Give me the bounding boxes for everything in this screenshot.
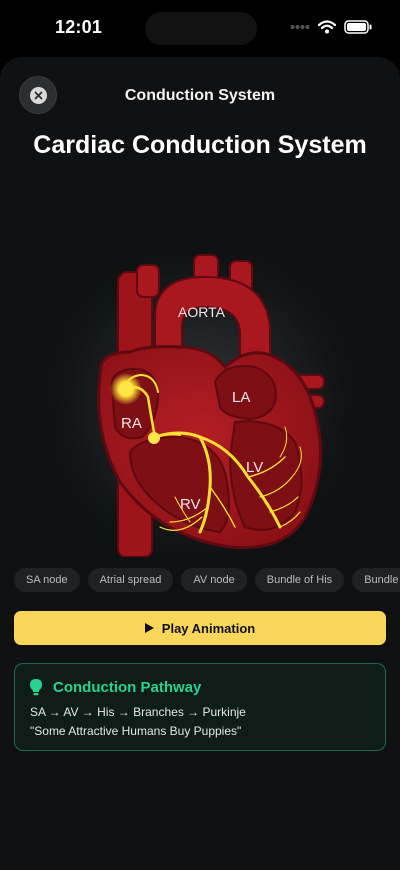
chip-bundle-of-his[interactable]: Bundle of His bbox=[254, 568, 345, 592]
card-title: Conduction Pathway bbox=[53, 678, 202, 696]
play-icon bbox=[144, 623, 154, 633]
modal-sheet: Conduction System Cardiac Conduction Sys… bbox=[0, 57, 400, 870]
conduction-pathway-card: Conduction Pathway SA → AV → His → Branc… bbox=[14, 663, 386, 751]
page-title: Cardiac Conduction System bbox=[33, 131, 367, 159]
dynamic-island bbox=[145, 12, 257, 45]
chip-sa-node[interactable]: SA node bbox=[14, 568, 80, 592]
pathway-sequence: SA → AV → His → Branches → Purkinje bbox=[30, 705, 246, 719]
chip-av-node[interactable]: AV node bbox=[181, 568, 247, 592]
av-node bbox=[148, 432, 160, 444]
lightbulb-icon bbox=[30, 679, 42, 696]
play-animation-label: Play Animation bbox=[161, 620, 256, 636]
status-icons bbox=[290, 20, 372, 34]
signal-icon bbox=[290, 25, 310, 29]
step-chips: SA node Atrial spread AV node Bundle of His… bbox=[14, 568, 400, 594]
wifi-icon bbox=[318, 20, 336, 34]
nav-title: Conduction System bbox=[124, 87, 276, 104]
left-ventricle bbox=[228, 420, 303, 531]
chip-bundle-branches[interactable]: Bundle Branches bbox=[352, 568, 400, 592]
heart-diagram: AORTA RA LA LV RV bbox=[30, 197, 370, 558]
chip-atrial-spread[interactable]: Atrial spread bbox=[87, 568, 174, 592]
ra-label: RA bbox=[121, 415, 142, 432]
play-animation-button[interactable]: Play Animation bbox=[14, 611, 386, 645]
la-label: LA bbox=[232, 389, 250, 406]
aorta-label: AORTA bbox=[178, 304, 226, 320]
status-time: 12:01 bbox=[55, 17, 103, 37]
pathway-mnemonic: "Some Attractive Humans Buy Puppies" bbox=[30, 724, 242, 738]
status-bar: 12:01 bbox=[0, 0, 400, 56]
battery-icon bbox=[344, 20, 372, 34]
